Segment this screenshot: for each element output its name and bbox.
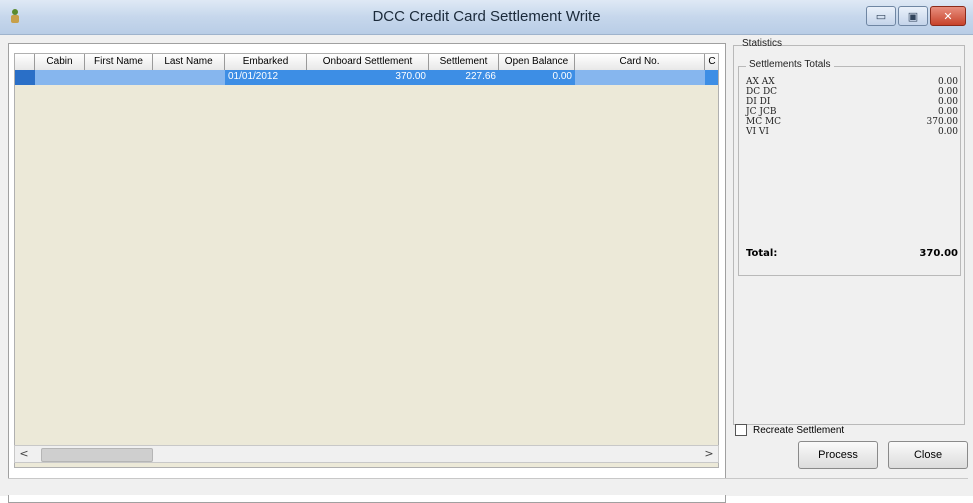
scroll-thumb[interactable]: [41, 448, 153, 462]
card-type-code: DC DC: [746, 87, 778, 97]
total-amount: 370.00: [919, 248, 958, 259]
card-type-amount: 0.00: [937, 77, 958, 87]
column-header-settlement[interactable]: Settlement: [429, 54, 499, 70]
cell-c: [705, 70, 718, 85]
list-item: JC JCB 0.00: [746, 107, 958, 117]
row-selector-header: [15, 54, 35, 70]
cell-last-name: [153, 70, 225, 85]
card-type-code: JC JCB: [746, 107, 777, 117]
cell-onboard-settlement: 370.00: [395, 71, 426, 82]
card-type-amount: 370.00: [926, 117, 959, 127]
totals-list: AX AX 0.00 DC DC 0.00 DI DI 0.00 JC JCB 0.00…: [746, 77, 958, 137]
list-item: MC MC 370.00: [746, 117, 958, 127]
client-area: Cabin First Name Last Name Embarked Onbo…: [0, 35, 973, 503]
close-icon: ✕: [943, 9, 953, 23]
column-header-first-name[interactable]: First Name: [85, 54, 153, 70]
maximize-icon: ▣: [907, 9, 919, 23]
list-item: DI DI 0.00: [746, 97, 958, 107]
row-selector[interactable]: [15, 70, 35, 85]
card-type-amount: 0.00: [937, 107, 958, 117]
column-header-open-balance[interactable]: Open Balance: [499, 54, 575, 70]
column-header-onboard-settlement[interactable]: Onboard Settlement: [307, 54, 429, 70]
title-bar: DCC Credit Card Settlement Write ▭ ▣ ✕: [0, 0, 973, 35]
cell-card-no: [575, 70, 705, 85]
minimize-icon: ▭: [875, 9, 887, 23]
scroll-left-icon[interactable]: <: [15, 446, 33, 462]
settlement-totals-label: Settlements Totals: [746, 59, 834, 70]
cell-open-balance: 0.00: [552, 71, 572, 82]
cell-embarked: 01/01/2012: [228, 71, 279, 82]
cell-first-name: [85, 70, 153, 85]
cell-cabin: [35, 70, 85, 85]
grid-header: Cabin First Name Last Name Embarked Onbo…: [15, 54, 718, 71]
recreate-settlement-label[interactable]: Recreate Settlement: [753, 425, 844, 436]
close-window-button[interactable]: ✕: [930, 6, 966, 26]
list-item: DC DC 0.00: [746, 87, 958, 97]
process-button[interactable]: Process: [798, 441, 878, 469]
scroll-right-icon[interactable]: >: [700, 446, 718, 462]
total-label: Total:: [746, 248, 778, 259]
column-header-card-no[interactable]: Card No.: [575, 54, 705, 70]
recreate-settlement-checkbox[interactable]: [735, 424, 747, 436]
cell-settlement: 227.66: [465, 71, 496, 82]
window-title: DCC Credit Card Settlement Write: [372, 8, 601, 25]
card-type-code: DI DI: [746, 97, 771, 107]
column-header-last-name[interactable]: Last Name: [153, 54, 225, 70]
card-type-code: MC MC: [746, 117, 782, 127]
minimize-button[interactable]: ▭: [866, 6, 896, 26]
column-header-embarked[interactable]: Embarked: [225, 54, 307, 70]
table-row[interactable]: 01/01/2012 370.00 227.66 0.00: [15, 70, 718, 85]
list-item: AX AX 0.00: [746, 77, 958, 87]
recreate-settlement-option[interactable]: Recreate Settlement: [735, 424, 844, 436]
horizontal-scrollbar[interactable]: < >: [14, 445, 719, 463]
column-header-c[interactable]: C: [705, 54, 718, 70]
column-header-cabin[interactable]: Cabin: [35, 54, 85, 70]
card-type-code: AX AX: [746, 77, 775, 87]
settlement-grid[interactable]: Cabin First Name Last Name Embarked Onbo…: [14, 53, 719, 468]
statistics-label: Statistics: [742, 38, 783, 49]
close-button[interactable]: Close: [888, 441, 968, 469]
card-type-amount: 0.00: [937, 127, 958, 137]
status-bar: [8, 478, 968, 495]
card-type-amount: 0.00: [937, 87, 958, 97]
card-type-amount: 0.00: [937, 97, 958, 107]
total-row: Total: 370.00: [746, 248, 958, 259]
maximize-button[interactable]: ▣: [898, 6, 928, 26]
list-item: VI VI 0.00: [746, 127, 958, 137]
card-type-code: VI VI: [746, 127, 769, 137]
